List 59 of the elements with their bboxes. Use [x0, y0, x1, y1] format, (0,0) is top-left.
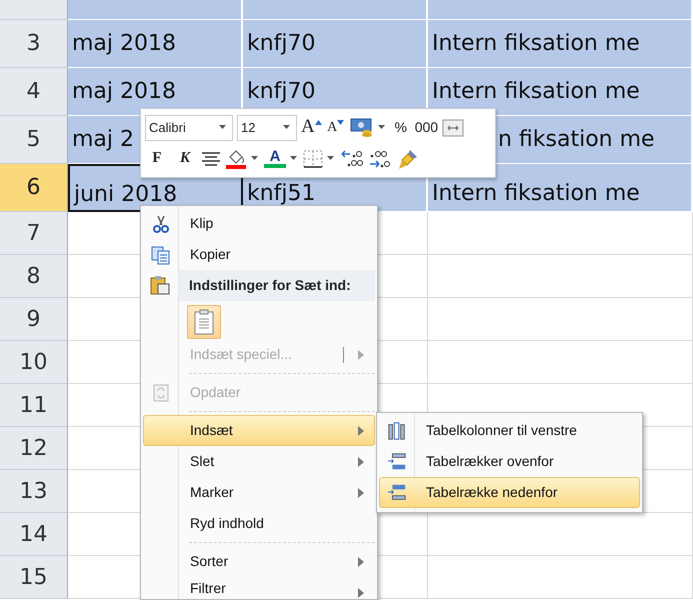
- menu-item[interactable]: Indsæt: [143, 415, 375, 446]
- row-header[interactable]: 6: [0, 164, 68, 212]
- clipboard-icon: [193, 309, 215, 335]
- menu-item[interactable]: Kopier: [143, 239, 375, 270]
- percent-button[interactable]: %: [390, 114, 411, 140]
- row-header[interactable]: 8: [0, 255, 68, 298]
- caret-icon: [219, 125, 229, 130]
- row-header[interactable]: 10: [0, 341, 68, 384]
- row-header[interactable]: 7: [0, 212, 68, 255]
- menu-item[interactable]: Ryd indhold: [143, 508, 375, 539]
- merge-icon: [442, 118, 464, 136]
- table-cell: Intern fiksation me: [428, 164, 693, 212]
- table-cell: maj 2018: [68, 68, 243, 116]
- font-size-dropdown[interactable]: 12: [237, 114, 297, 140]
- clipboard-icon: [150, 275, 170, 295]
- paint-bucket-icon: [225, 148, 247, 170]
- insert-row-icon: [387, 483, 407, 503]
- table-cell: Intern fiksation me: [428, 68, 693, 116]
- caret-icon: [283, 125, 293, 130]
- menu-item[interactable]: Tabelkolonner til venstre: [379, 415, 640, 446]
- menu-item[interactable]: Marker: [143, 477, 375, 508]
- menu-item[interactable]: Filtrer: [143, 577, 375, 599]
- menu-item[interactable]: Tabelrække nedenfor: [379, 477, 640, 508]
- up-triangle-icon: [314, 120, 322, 125]
- row-header[interactable]: 5: [0, 116, 68, 164]
- decrease-decimal-icon: [340, 148, 364, 170]
- menu-item[interactable]: Tabelrækker ovenfor: [379, 446, 640, 477]
- menu-item[interactable]: Slet: [143, 446, 375, 477]
- scissors-icon: [151, 214, 171, 234]
- table-cell: Intern fiksation me: [428, 20, 693, 68]
- caret-icon: [327, 156, 336, 161]
- money-icon: [350, 116, 374, 138]
- font-dropdown[interactable]: Calibri: [145, 114, 233, 140]
- refresh-icon: [151, 383, 171, 403]
- paintbrush-icon: [396, 148, 420, 170]
- shrink-font-button[interactable]: A: [326, 114, 346, 140]
- table-cell: knfj70: [243, 20, 428, 68]
- down-triangle-icon: [337, 120, 344, 125]
- row-header[interactable]: 13: [0, 470, 68, 513]
- row-header[interactable]: 15: [0, 556, 68, 599]
- menu-section-header: Indstillinger for Sæt ind:: [179, 270, 375, 301]
- row-header[interactable]: 3: [0, 20, 68, 68]
- row-header[interactable]: 12: [0, 427, 68, 470]
- table-cell: maj 2018: [68, 20, 243, 68]
- caret-icon: [251, 156, 260, 161]
- row-header[interactable]: 11: [0, 384, 68, 427]
- copy-icon: [151, 245, 171, 265]
- insert-row-icon: [387, 452, 407, 472]
- row-header[interactable]: 4: [0, 68, 68, 116]
- row-header[interactable]: 9: [0, 298, 68, 341]
- insert-column-icon: [387, 421, 407, 441]
- row-header[interactable]: 14: [0, 513, 68, 556]
- caret-icon: [378, 125, 387, 130]
- menu-item[interactable]: Sorter: [143, 546, 375, 577]
- borders-icon: [303, 150, 323, 168]
- paste-button[interactable]: [187, 305, 221, 339]
- caret-icon: [290, 156, 299, 161]
- align-center-icon: [201, 150, 221, 166]
- grow-font-button[interactable]: A: [301, 114, 322, 140]
